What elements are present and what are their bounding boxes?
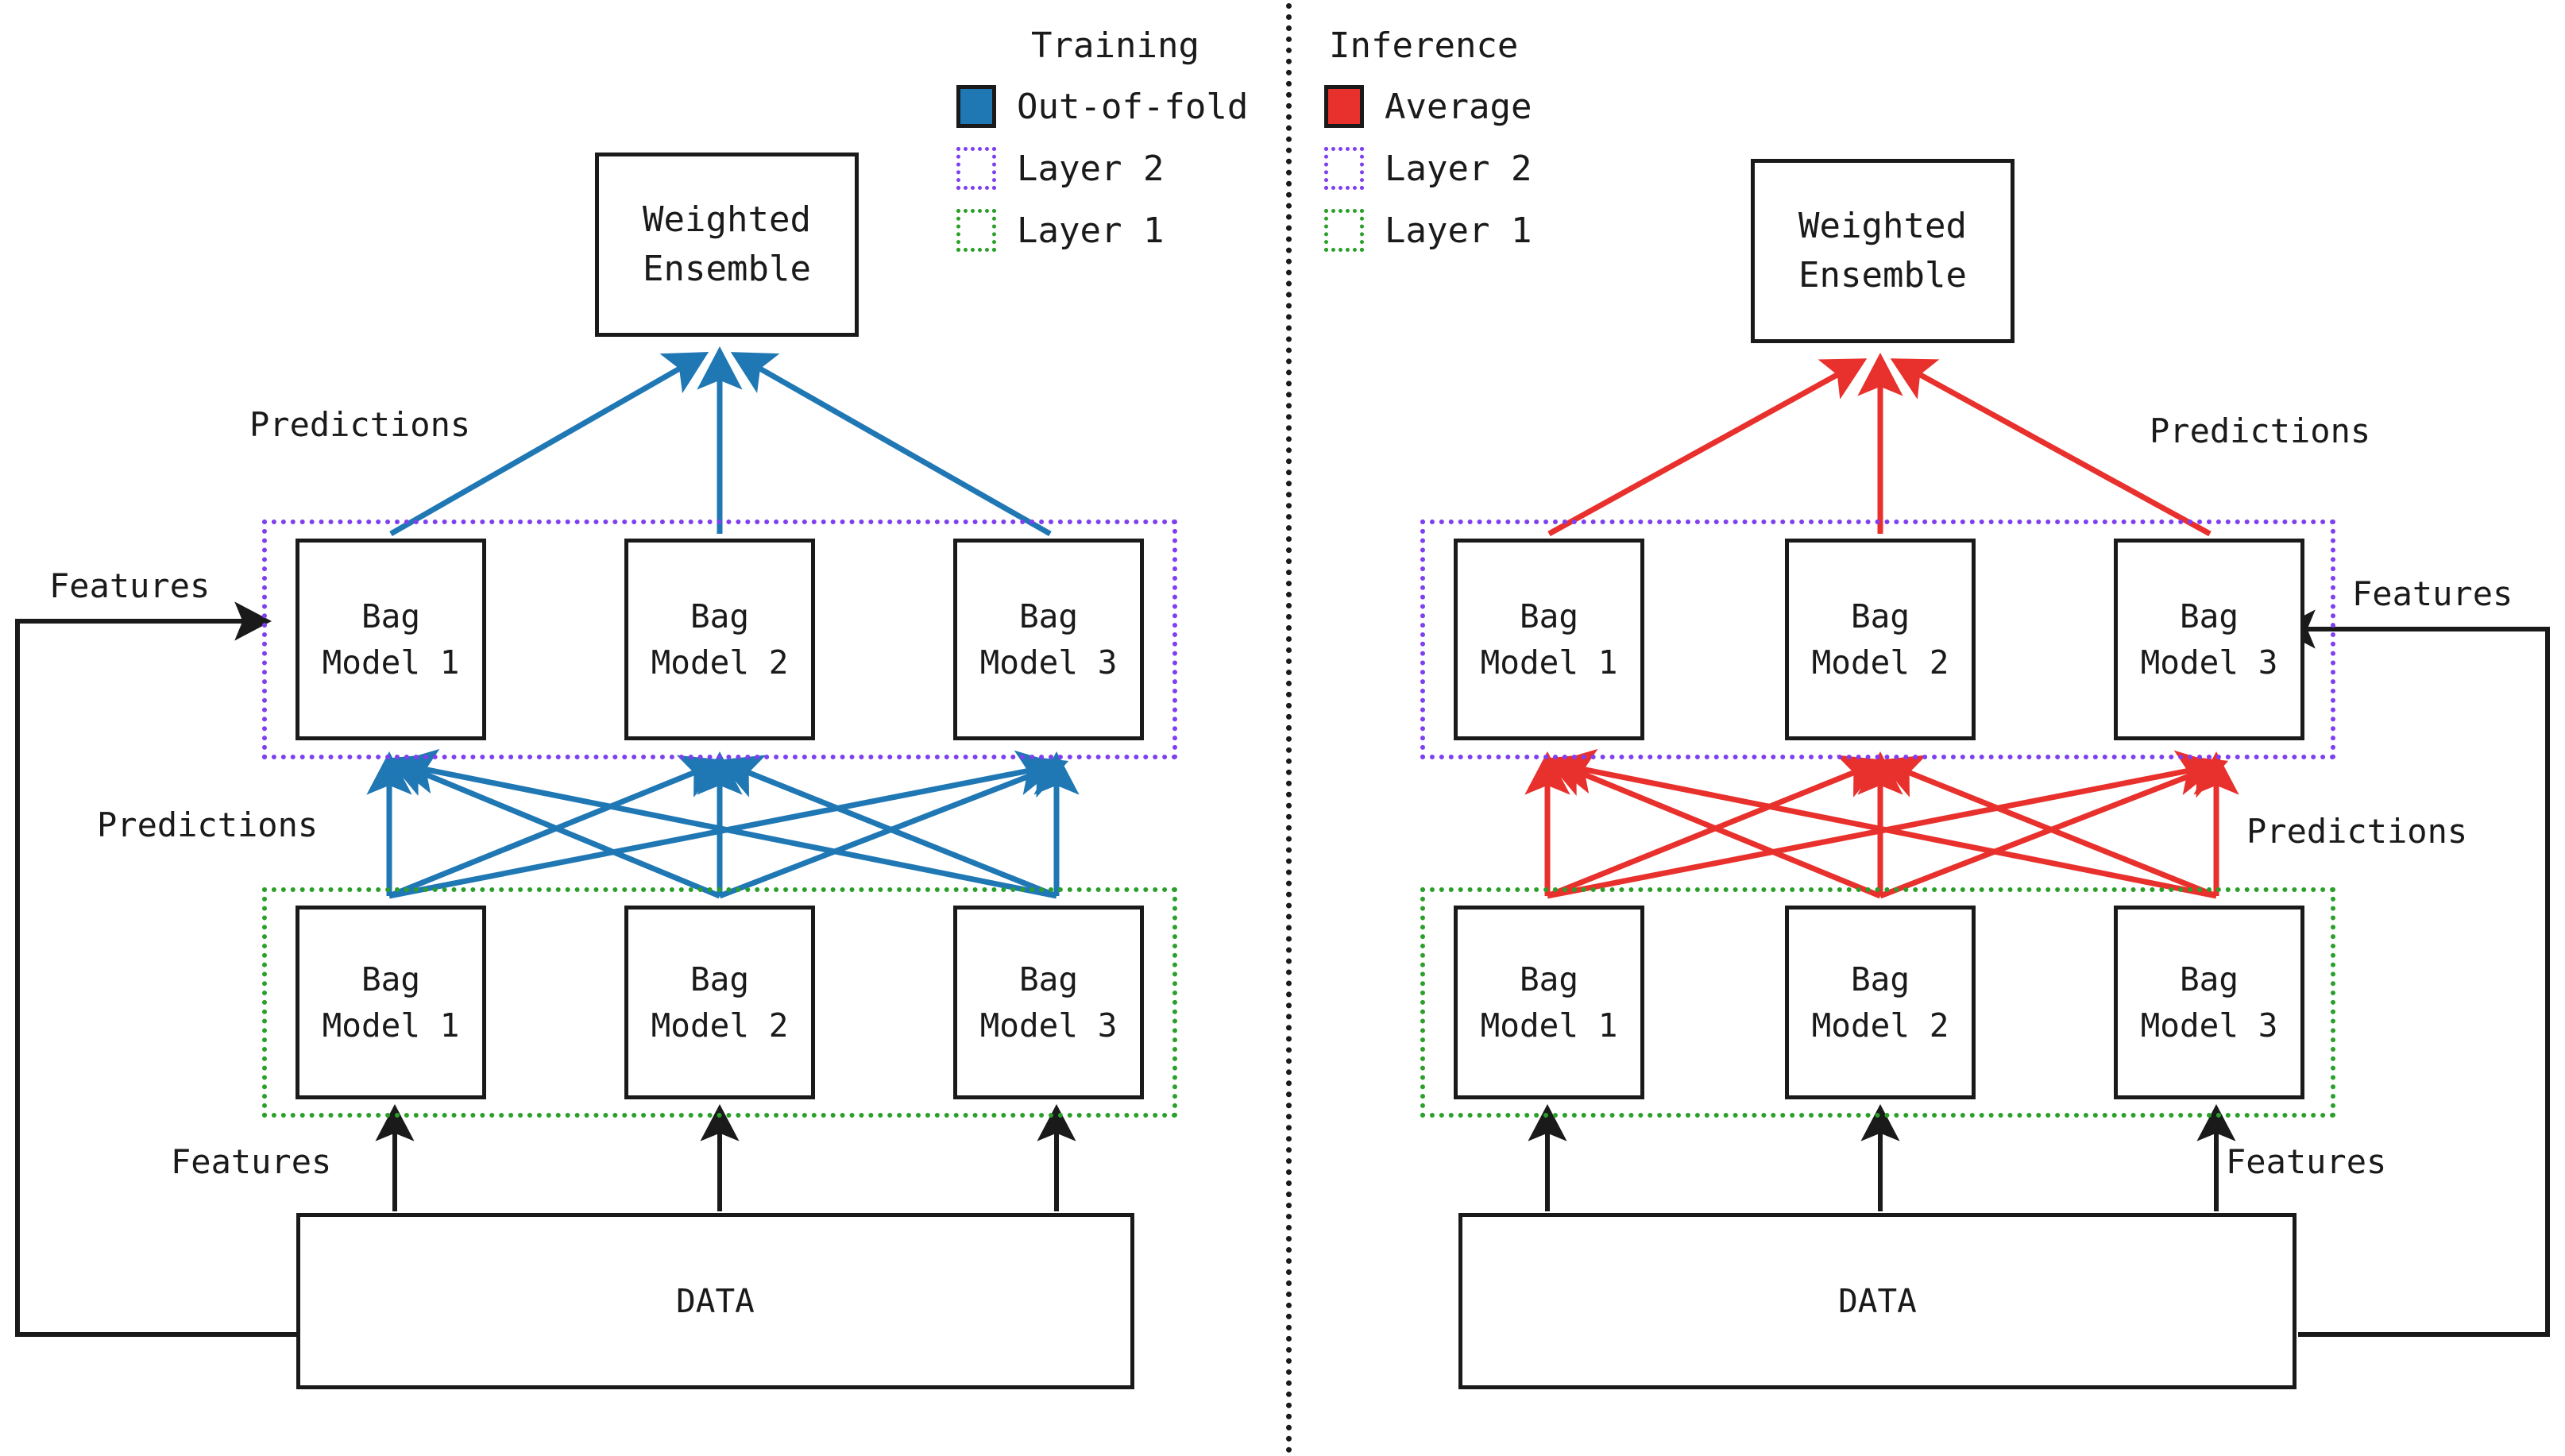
inference-layer1-to-layer2-edges <box>1524 748 2239 899</box>
inference-legend-item-layer-2[interactable]: Layer 2 <box>1324 147 1642 190</box>
inference-legend-item-average[interactable]: Average <box>1324 85 1642 128</box>
node-line-1: Bag <box>1519 597 1579 635</box>
layer2-swatch-icon <box>956 147 996 190</box>
training-legend: Training Out-of-fold Layer 2 Layer 1 <box>956 25 1274 252</box>
node-line-2: Ensemble <box>1798 255 1967 295</box>
inference-weighted-ensemble-node[interactable]: Weighted Ensemble <box>1751 159 2015 343</box>
node-line-1: Weighted <box>1798 205 1967 246</box>
training-layer1-model-2-node[interactable]: Bag Model 2 <box>624 906 815 1099</box>
training-weighted-ensemble-node[interactable]: Weighted Ensemble <box>595 153 859 337</box>
inference-legend-item-layer-1[interactable]: Layer 1 <box>1324 209 1642 252</box>
node-line-1: DATA <box>1838 1281 1917 1320</box>
inference-layer2-model-1-node[interactable]: Bag Model 1 <box>1454 539 1644 740</box>
layer1-swatch-icon <box>956 209 996 252</box>
inference-legend-title: Inference <box>1329 25 1519 66</box>
training-layer1-model-1-node[interactable]: Bag Model 1 <box>296 906 486 1099</box>
training-legend-item-layer-2[interactable]: Layer 2 <box>956 147 1274 190</box>
node-line-1: Bag <box>2179 960 2239 998</box>
node-line-2: Model 2 <box>1811 643 1949 682</box>
node-line-2: Model 2 <box>651 1006 789 1045</box>
inference-layer2-to-ensemble-edges <box>1547 352 2212 537</box>
node-line-1: Bag <box>690 960 750 998</box>
training-legend-label-2: Layer 1 <box>1017 210 1165 251</box>
node-line-1: Bag <box>690 597 750 635</box>
training-data-to-layer2-routed-edge <box>15 601 296 1337</box>
training-layer2-model-2-node[interactable]: Bag Model 2 <box>624 539 815 740</box>
inference-features-bottom-label: Features <box>2226 1142 2387 1181</box>
inference-layer1-model-3-node[interactable]: Bag Model 3 <box>2114 906 2304 1099</box>
diagram-canvas: Weighted Ensemble Bag Model 1 Bag Model … <box>0 0 2565 1456</box>
inference-data-to-layer1-edges <box>1528 1103 2236 1211</box>
node-line-2: Model 2 <box>651 643 789 682</box>
node-line-1: Bag <box>1018 597 1079 635</box>
node-line-2: Model 1 <box>322 643 460 682</box>
layer2-swatch-icon <box>1324 147 1364 190</box>
inference-legend-label-0: Average <box>1385 86 1532 127</box>
training-predictions-top-label: Predictions <box>249 405 471 444</box>
inference-data-node[interactable]: DATA <box>1458 1213 2297 1389</box>
node-line-1: Bag <box>361 960 421 998</box>
training-layer2-to-ensemble-edges <box>389 346 1052 537</box>
node-line-1: Weighted <box>643 199 811 240</box>
inference-features-layer2-label: Features <box>2352 574 2513 613</box>
node-line-1: DATA <box>676 1281 755 1320</box>
training-legend-title: Training <box>1031 25 1199 66</box>
inference-layer1-model-2-node[interactable]: Bag Model 2 <box>1785 906 1976 1099</box>
node-line-1: Bag <box>361 597 421 635</box>
training-layer1-model-3-node[interactable]: Bag Model 3 <box>953 906 1144 1099</box>
training-legend-item-out-of-fold[interactable]: Out-of-fold <box>956 85 1274 128</box>
panel-divider <box>1286 3 1292 1454</box>
inference-legend-label-2: Layer 1 <box>1385 210 1532 251</box>
node-line-2: Model 3 <box>2140 643 2278 682</box>
training-features-layer2-label: Features <box>49 566 211 605</box>
node-line-2: Ensemble <box>643 249 811 289</box>
node-line-2: Model 1 <box>1480 1006 1618 1045</box>
node-line-2: Model 3 <box>2140 1006 2278 1045</box>
training-data-node[interactable]: DATA <box>296 1213 1134 1389</box>
training-predictions-mid-label: Predictions <box>97 805 319 844</box>
inference-legend-label-1: Layer 2 <box>1385 148 1532 189</box>
training-features-bottom-label: Features <box>171 1142 332 1181</box>
training-legend-label-1: Layer 2 <box>1017 148 1165 189</box>
training-data-to-layer1-edges <box>375 1103 1076 1211</box>
inference-layer2-model-2-node[interactable]: Bag Model 2 <box>1785 539 1976 740</box>
training-legend-item-layer-1[interactable]: Layer 1 <box>956 209 1274 252</box>
node-line-1: Bag <box>1850 597 1910 635</box>
inference-legend: Inference Average Layer 2 Layer 1 <box>1324 25 1642 252</box>
training-legend-label-0: Out-of-fold <box>1017 86 1249 127</box>
inference-predictions-top-label: Predictions <box>2150 411 2371 450</box>
node-line-2: Model 1 <box>1480 643 1618 682</box>
node-line-1: Bag <box>1850 960 1910 998</box>
training-layer1-to-layer2-edges <box>366 748 1080 899</box>
node-line-2: Model 1 <box>322 1006 460 1045</box>
average-swatch-icon <box>1324 85 1364 128</box>
node-line-1: Bag <box>1018 960 1079 998</box>
layer1-swatch-icon <box>1324 209 1364 252</box>
node-line-2: Model 3 <box>979 1006 1118 1045</box>
out-of-fold-swatch-icon <box>956 85 996 128</box>
training-layer2-model-1-node[interactable]: Bag Model 1 <box>296 539 486 740</box>
inference-layer1-model-1-node[interactable]: Bag Model 1 <box>1454 906 1644 1099</box>
inference-layer2-model-3-node[interactable]: Bag Model 3 <box>2114 539 2304 740</box>
inference-predictions-mid-label: Predictions <box>2246 812 2468 851</box>
node-line-1: Bag <box>2179 597 2239 635</box>
training-layer2-model-3-node[interactable]: Bag Model 3 <box>953 539 1144 740</box>
node-line-1: Bag <box>1519 960 1579 998</box>
node-line-2: Model 2 <box>1811 1006 1949 1045</box>
node-line-2: Model 3 <box>979 643 1118 682</box>
